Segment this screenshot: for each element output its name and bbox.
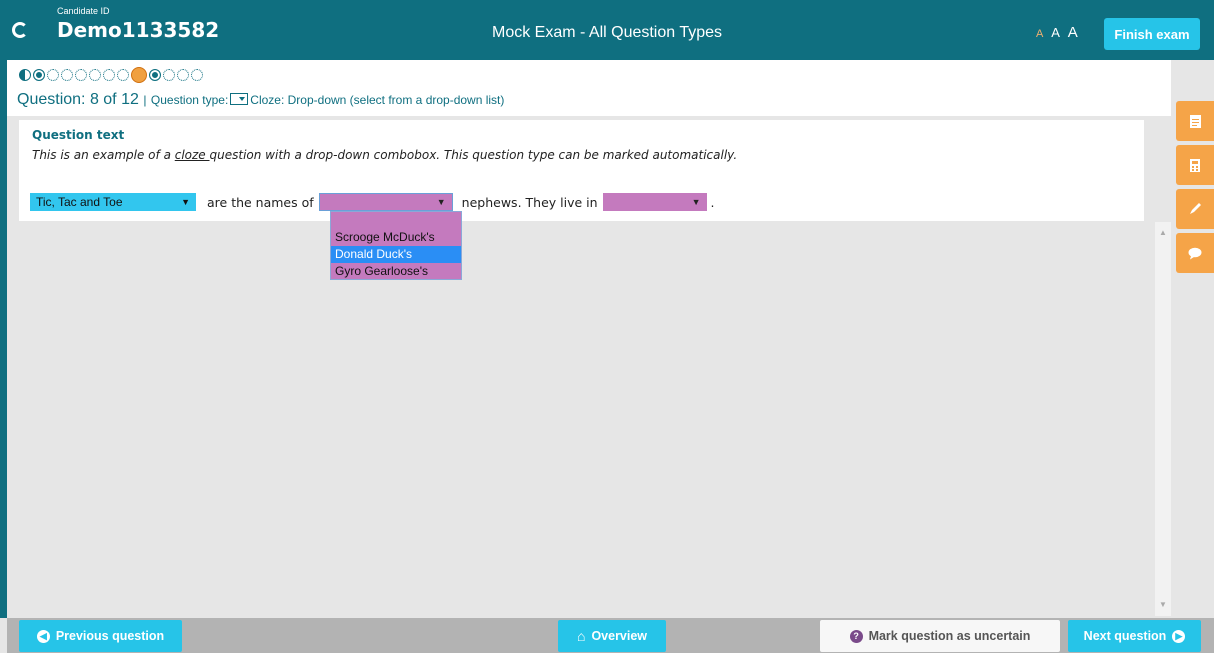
previous-question-button[interactable]: ◀ Previous question xyxy=(19,620,182,652)
candidate-id-label: Candidate ID xyxy=(57,6,110,16)
question-dot-2[interactable] xyxy=(33,69,45,81)
comment-icon xyxy=(1188,247,1202,259)
question-dot-9[interactable] xyxy=(131,67,147,83)
dropdown-option-empty[interactable] xyxy=(331,212,461,229)
scroll-up-arrow-icon[interactable]: ▲ xyxy=(1159,228,1167,237)
cloze-select-2[interactable]: ▼ xyxy=(318,193,453,211)
exam-title: Mock Exam - All Question Types xyxy=(491,24,722,41)
question-dot-4[interactable] xyxy=(61,69,73,81)
question-dot-10[interactable] xyxy=(149,69,161,81)
scrollbar[interactable] xyxy=(1155,222,1171,616)
dropdown-type-icon xyxy=(230,93,249,105)
previous-question-label: Previous question xyxy=(55,629,165,643)
dropdown-option-highlighted[interactable]: Donald Duck's xyxy=(331,246,461,263)
question-type-prefix: Question type: xyxy=(150,93,229,107)
arrow-right-icon: ▶ xyxy=(1172,629,1186,643)
mark-uncertain-label: Mark question as uncertain xyxy=(868,629,1031,643)
question-heading: Question text xyxy=(32,128,125,142)
tools-panel xyxy=(1171,60,1214,618)
cloze-select-1[interactable]: Tic, Tac and Toe ▼ xyxy=(30,193,196,211)
overview-label: Overview xyxy=(591,629,648,643)
question-mark-icon: ? xyxy=(849,629,863,643)
cloze-text-end: . xyxy=(710,194,715,210)
dropdown-option[interactable]: Gyro Gearloose's xyxy=(331,263,461,280)
arrow-left-icon: ◀ xyxy=(36,629,50,643)
question-type-label: Cloze: Drop-down (select from a drop-dow… xyxy=(250,93,505,107)
question-dot-11[interactable] xyxy=(163,69,175,81)
top-bar: Candidate ID Demo1133582 Mock Exam - All… xyxy=(0,0,1214,60)
dropdown-arrow-icon: ▼ xyxy=(436,197,446,207)
question-number: 8 of 12 xyxy=(89,91,139,108)
question-prefix: Question: xyxy=(17,91,86,108)
finish-exam-button[interactable]: Finish exam xyxy=(1104,18,1200,50)
font-size-large-button[interactable]: A xyxy=(1068,24,1078,41)
home-icon: ⌂ xyxy=(576,628,586,644)
question-dot-7[interactable] xyxy=(103,69,115,81)
cloze-text-1: are the names of xyxy=(207,194,314,210)
cloze-text-2: nephews. They live in xyxy=(461,194,598,210)
cloze-select-3[interactable]: ▼ xyxy=(602,193,707,211)
question-dot-8[interactable] xyxy=(117,69,129,81)
dropdown-option[interactable]: Scrooge McDuck's xyxy=(331,229,461,246)
next-question-button[interactable]: Next question ▶ xyxy=(1068,620,1201,652)
question-card: Question text This is an example of a cl… xyxy=(19,120,1144,221)
scroll-down-arrow-icon[interactable]: ▼ xyxy=(1159,600,1167,609)
comment-tool-button[interactable] xyxy=(1176,233,1214,273)
question-dot-13[interactable] xyxy=(191,69,203,81)
calculator-tool-button[interactable] xyxy=(1176,145,1214,185)
question-dot-5[interactable] xyxy=(75,69,87,81)
question-dot-12[interactable] xyxy=(177,69,189,81)
question-text-part: question with a drop-down combobox. This… xyxy=(209,148,738,162)
overview-button[interactable]: ⌂ Overview xyxy=(558,620,666,652)
pen-tool-button[interactable] xyxy=(1176,189,1214,229)
next-question-label: Next question xyxy=(1083,629,1167,643)
question-text: This is an example of a cloze question w… xyxy=(32,148,737,162)
question-info: Question: 8 of 12 | Question type: Cloze:… xyxy=(17,91,504,109)
question-text-part: This is an example of a xyxy=(32,148,175,162)
font-size-medium-button[interactable]: A xyxy=(1051,25,1060,40)
question-dot-6[interactable] xyxy=(89,69,101,81)
notes-tool-button[interactable] xyxy=(1176,101,1214,141)
font-size-small-button[interactable]: A xyxy=(1036,28,1043,40)
notes-icon xyxy=(1189,114,1201,128)
question-dot-3[interactable] xyxy=(47,69,59,81)
dropdown-list: Scrooge McDuck's Donald Duck's Gyro Gear… xyxy=(330,211,462,280)
select-value: Tic, Tac and Toe xyxy=(36,195,123,209)
cloze-sentence: Tic, Tac and Toe ▼ are the names of ▼ nep… xyxy=(30,193,715,211)
question-progress-dots xyxy=(19,67,203,83)
question-dot-1[interactable] xyxy=(19,69,31,81)
left-frame-border xyxy=(0,60,7,618)
dropdown-arrow-icon: ▼ xyxy=(181,197,190,207)
dropdown-arrow-icon: ▼ xyxy=(691,197,701,207)
calculator-icon xyxy=(1190,158,1200,172)
font-size-controls: A A A xyxy=(1036,24,1082,41)
pen-icon xyxy=(1190,203,1201,214)
question-text-underlined: cloze xyxy=(174,148,210,162)
question-navigation-bar: Question: 8 of 12 | Question type: Cloze:… xyxy=(7,60,1171,116)
mark-uncertain-button[interactable]: ? Mark question as uncertain xyxy=(820,620,1060,652)
separator: | xyxy=(143,93,147,107)
